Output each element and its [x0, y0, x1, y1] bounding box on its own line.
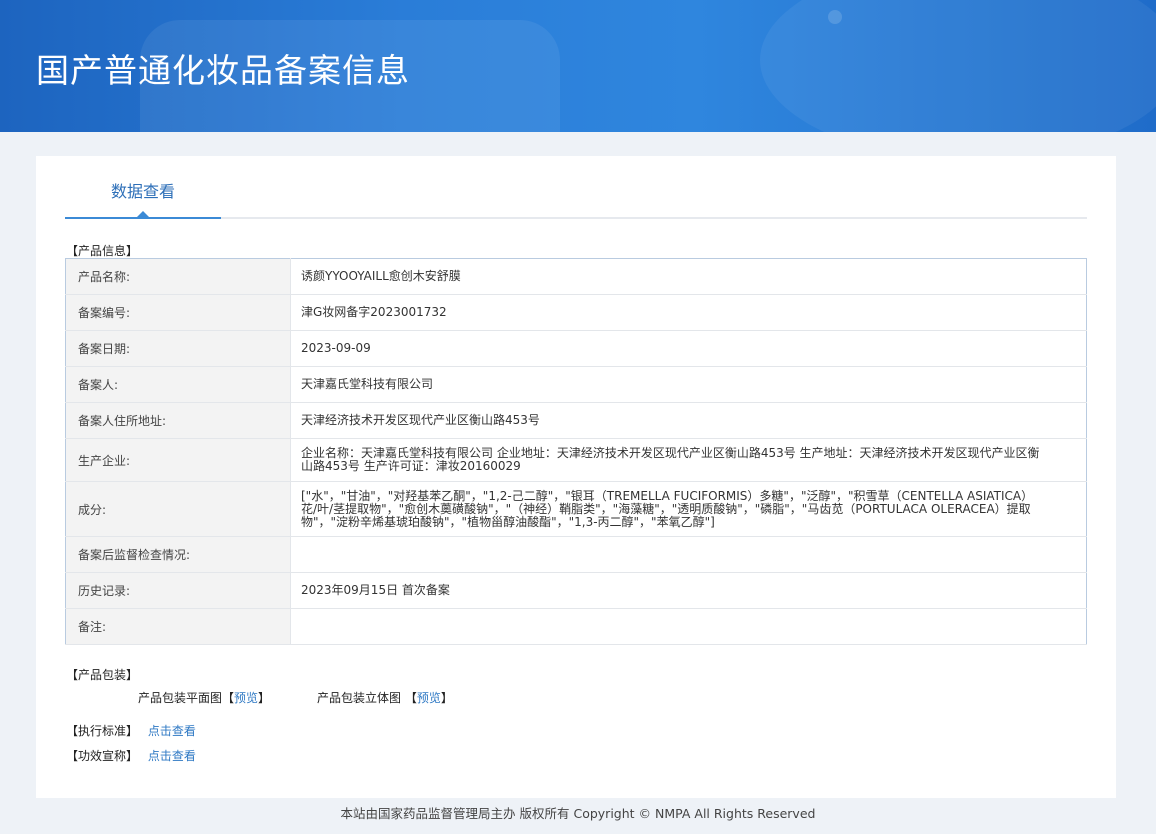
section-title-efficacy: 【功效宣称】 — [66, 749, 139, 763]
preview-stereo-link[interactable]: 预览 — [417, 691, 441, 705]
standard-row: 【执行标准】 点击查看 — [66, 722, 196, 739]
table-row: 备案人住所地址: 天津经济技术开发区现代产业区衡山路453号 — [65, 402, 1087, 439]
row-value: 2023年09月15日 首次备案 — [290, 572, 1087, 609]
package-flat-item: 产品包装平面图【预览】 — [138, 689, 270, 706]
page-title: 国产普通化妆品备案信息 — [36, 51, 410, 90]
row-label: 备案人: — [65, 366, 291, 403]
bracket-close: 】 — [440, 691, 453, 705]
row-label: 备注: — [65, 608, 291, 645]
standard-view-link[interactable]: 点击查看 — [148, 724, 196, 738]
footer-copyright: 本站由国家药品监督管理局主办 版权所有 Copyright © NMPA All… — [340, 806, 816, 821]
row-label: 产品名称: — [65, 258, 291, 295]
row-label: 备案日期: — [65, 330, 291, 367]
table-row: 备案日期: 2023-09-09 — [65, 330, 1087, 367]
row-value — [290, 536, 1087, 573]
header-banner: 国产普通化妆品备案信息 — [0, 0, 1156, 132]
table-row: 生产企业: 企业名称：天津嘉氏堂科技有限公司 企业地址：天津经济技术开发区现代产… — [65, 438, 1087, 482]
row-label: 备案编号: — [65, 294, 291, 331]
tab-active-caret — [137, 211, 149, 217]
tab-bar: 数据查看 — [65, 156, 1087, 219]
table-row: 成分: ["水"，"甘油"，"对羟基苯乙酮"，"1,2-己二醇"，"银耳（TRE… — [65, 481, 1087, 537]
bracket-open: 【 — [222, 691, 235, 705]
row-value: 津G妆网备字2023001732 — [290, 294, 1087, 331]
row-label: 备案后监督检查情况: — [65, 536, 291, 573]
efficacy-row: 【功效宣称】 点击查看 — [66, 747, 196, 764]
row-label: 生产企业: — [65, 438, 291, 482]
bracket-open: 【 — [404, 691, 417, 705]
tab-data-view[interactable]: 数据查看 — [65, 156, 221, 219]
banner-decoration — [828, 10, 842, 24]
table-row: 备案后监督检查情况: — [65, 536, 1087, 573]
row-value: 诱颜YYOOYAILL愈创木安舒膜 — [290, 258, 1087, 295]
product-info-table: 产品名称: 诱颜YYOOYAILL愈创木安舒膜 备案编号: 津G妆网备字2023… — [65, 258, 1087, 645]
table-row: 备注: — [65, 608, 1087, 645]
row-value — [290, 608, 1087, 645]
row-value: ["水"，"甘油"，"对羟基苯乙酮"，"1,2-己二醇"，"银耳（TREMELL… — [290, 481, 1087, 537]
row-value: 天津嘉氏堂科技有限公司 — [290, 366, 1087, 403]
package-stereo-item: 产品包装立体图 【预览】 — [317, 689, 453, 706]
section-title-standard: 【执行标准】 — [66, 724, 139, 738]
efficacy-view-link[interactable]: 点击查看 — [148, 749, 196, 763]
table-row: 备案编号: 津G妆网备字2023001732 — [65, 294, 1087, 331]
package-flat-label: 产品包装平面图 — [138, 691, 223, 705]
section-title-product-info: 【产品信息】 — [66, 244, 139, 258]
package-stereo-label: 产品包装立体图 — [317, 691, 402, 705]
banner-decoration — [760, 0, 1156, 132]
row-label: 历史记录: — [65, 572, 291, 609]
section-title-packaging: 【产品包装】 — [66, 668, 139, 682]
row-value: 2023-09-09 — [290, 330, 1087, 367]
row-label: 成分: — [65, 481, 291, 537]
bracket-close: 】 — [258, 691, 271, 705]
row-label: 备案人住所地址: — [65, 402, 291, 439]
table-row: 产品名称: 诱颜YYOOYAILL愈创木安舒膜 — [65, 258, 1087, 295]
table-row: 备案人: 天津嘉氏堂科技有限公司 — [65, 366, 1087, 403]
table-row: 历史记录: 2023年09月15日 首次备案 — [65, 572, 1087, 609]
content-panel: 数据查看 【产品信息】 产品名称: 诱颜YYOOYAILL愈创木安舒膜 备案编号… — [36, 156, 1116, 798]
row-value: 企业名称：天津嘉氏堂科技有限公司 企业地址：天津经济技术开发区现代产业区衡山路4… — [290, 438, 1087, 482]
preview-flat-link[interactable]: 预览 — [234, 691, 258, 705]
row-value: 天津经济技术开发区现代产业区衡山路453号 — [290, 402, 1087, 439]
